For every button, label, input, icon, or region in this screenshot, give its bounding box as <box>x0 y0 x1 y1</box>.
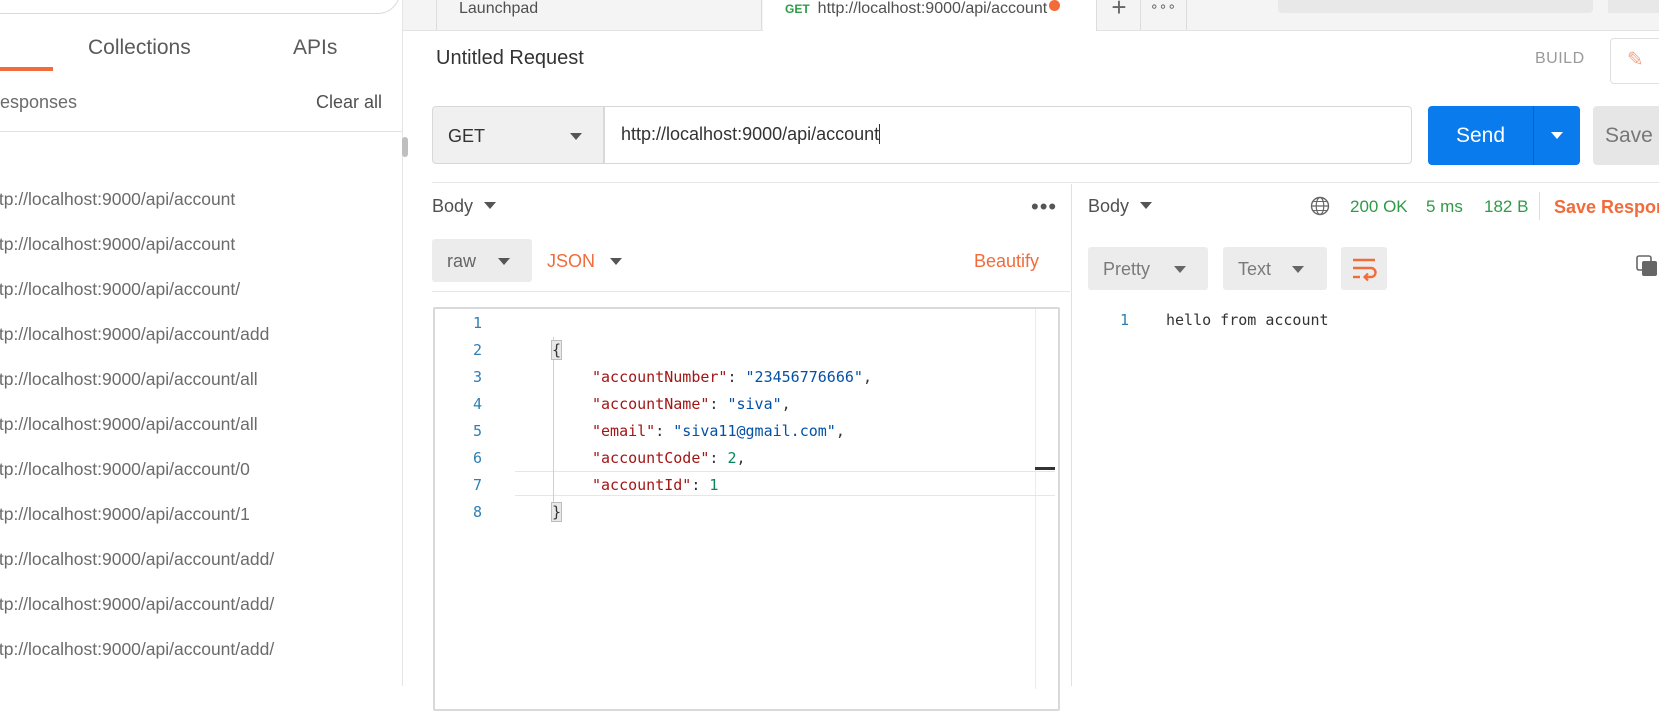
sidebar-scrollbar[interactable] <box>402 137 408 157</box>
more-options-button[interactable]: ••• <box>1031 194 1057 220</box>
history-item[interactable]: ttp://localhost:9000/api/account/all <box>0 369 258 390</box>
tab-launchpad[interactable]: Launchpad <box>436 0 762 30</box>
chevron-down-icon <box>1140 202 1153 209</box>
divider <box>432 182 1659 183</box>
send-options-button[interactable] <box>1533 106 1580 165</box>
pane-divider[interactable] <box>1071 184 1072 686</box>
tab-label: Launchpad <box>459 0 539 17</box>
request-title[interactable]: Untitled Request <box>436 47 584 70</box>
response-format-label: Pretty <box>1103 259 1151 279</box>
more-tabs-button[interactable]: ∘∘∘ <box>1140 0 1187 30</box>
history-item[interactable]: ttp://localhost:9000/api/account/add <box>0 324 269 345</box>
unsaved-dot-icon <box>1049 0 1061 11</box>
response-view-label: Text <box>1238 259 1272 279</box>
globe-icon[interactable] <box>1310 196 1330 216</box>
beautify-button[interactable]: Beautify <box>974 251 1039 272</box>
save-response-button[interactable]: Save Respor <box>1554 197 1659 218</box>
url-input[interactable]: http://localhost:9000/api/account <box>604 106 1412 164</box>
history-item[interactable]: ttp://localhost:9000/api/account/1 <box>0 504 250 525</box>
build-mode-label[interactable]: BUILD <box>1535 50 1585 68</box>
save-button[interactable]: Save <box>1593 106 1659 165</box>
line-number: 8 <box>472 503 482 521</box>
history-item[interactable]: ttp://localhost:9000/api/account/add/ <box>0 639 274 660</box>
code-line: "accountCode": 2, <box>592 449 746 467</box>
divider <box>432 291 1070 292</box>
history-item[interactable]: ttp://localhost:9000/api/account <box>0 234 235 255</box>
divider <box>1539 192 1540 220</box>
environment-quick-look-button[interactable] <box>1608 0 1659 13</box>
environment-select[interactable] <box>1278 0 1593 13</box>
body-mode-label: raw <box>447 251 477 271</box>
line-number: 6 <box>472 449 482 467</box>
edit-button[interactable]: ✎ <box>1610 38 1659 84</box>
line-number: 7 <box>472 476 482 494</box>
code-line: "accountNumber": "23456776666", <box>592 368 872 386</box>
chevron-down-icon <box>1551 132 1563 139</box>
chevron-down-icon <box>610 258 622 265</box>
history-item[interactable]: ttp://localhost:9000/api/account/add/ <box>0 549 274 570</box>
url-text: http://localhost:9000/api/account <box>621 124 880 144</box>
new-tab-button[interactable]: + <box>1098 0 1141 30</box>
code-line: { <box>550 340 563 360</box>
code-line: "accountId": 1 <box>592 476 719 494</box>
divider <box>0 131 402 132</box>
request-body-label[interactable]: Body <box>432 196 497 217</box>
history-item[interactable]: ttp://localhost:9000/api/account/0 <box>0 459 250 480</box>
code-line: } <box>550 502 563 522</box>
tab-collections[interactable]: Collections <box>88 36 191 60</box>
history-item[interactable]: ttp://localhost:9000/api/account/add/ <box>0 594 274 615</box>
search-input[interactable] <box>0 0 400 14</box>
text-cursor <box>879 124 881 144</box>
response-time[interactable]: 5 ms <box>1426 197 1463 217</box>
chevron-down-icon <box>570 133 582 140</box>
history-item[interactable]: ttp://localhost:9000/api/account/ <box>0 279 240 300</box>
indent-guide <box>553 337 554 513</box>
send-button[interactable]: Send <box>1428 106 1533 165</box>
wrap-lines-button[interactable] <box>1341 247 1387 290</box>
line-number: 1 <box>472 314 482 332</box>
line-number: 5 <box>472 422 482 440</box>
code-line: "accountName": "siva", <box>592 395 791 413</box>
responses-checkbox-label[interactable]: esponses <box>0 92 77 113</box>
editor-scroll-marker[interactable] <box>1035 467 1055 470</box>
tab-method-badge: GET <box>785 2 810 16</box>
chevron-down-icon <box>1292 266 1304 273</box>
response-size[interactable]: 182 B <box>1484 197 1528 217</box>
tab-active-request[interactable]: GET http://localhost:9000/api/account <box>763 0 1097 31</box>
code-line: "email": "siva11@gmail.com", <box>592 422 845 440</box>
clear-all-button[interactable]: Clear all <box>316 92 382 113</box>
tab-label: http://localhost:9000/api/account <box>817 0 1048 17</box>
chevron-down-icon <box>484 202 497 209</box>
line-number: 2 <box>472 341 482 359</box>
history-item[interactable]: ttp://localhost:9000/api/account <box>0 189 235 210</box>
line-number: 4 <box>472 395 482 413</box>
wrap-icon <box>1353 258 1377 282</box>
chevron-down-icon <box>498 258 510 265</box>
editor-minimap <box>1035 309 1036 689</box>
tab-apis[interactable]: APIs <box>293 36 337 60</box>
response-body-label[interactable]: Body <box>1088 196 1153 217</box>
response-body-text: hello from account <box>1166 311 1329 329</box>
pencil-icon: ✎ <box>1627 49 1644 71</box>
body-type-select[interactable]: JSON <box>547 251 595 272</box>
line-number: 3 <box>472 368 482 386</box>
line-number: 1 <box>1120 311 1130 329</box>
active-tab-indicator <box>0 67 53 71</box>
history-item[interactable]: ttp://localhost:9000/api/account/all <box>0 414 258 435</box>
status-badge[interactable]: 200 OK <box>1350 197 1408 217</box>
chevron-down-icon <box>1174 266 1186 273</box>
method-label: GET <box>448 126 486 146</box>
sidebar: Collections APIs esponses Clear all ttp:… <box>0 0 403 686</box>
copy-icon[interactable] <box>1636 255 1658 277</box>
